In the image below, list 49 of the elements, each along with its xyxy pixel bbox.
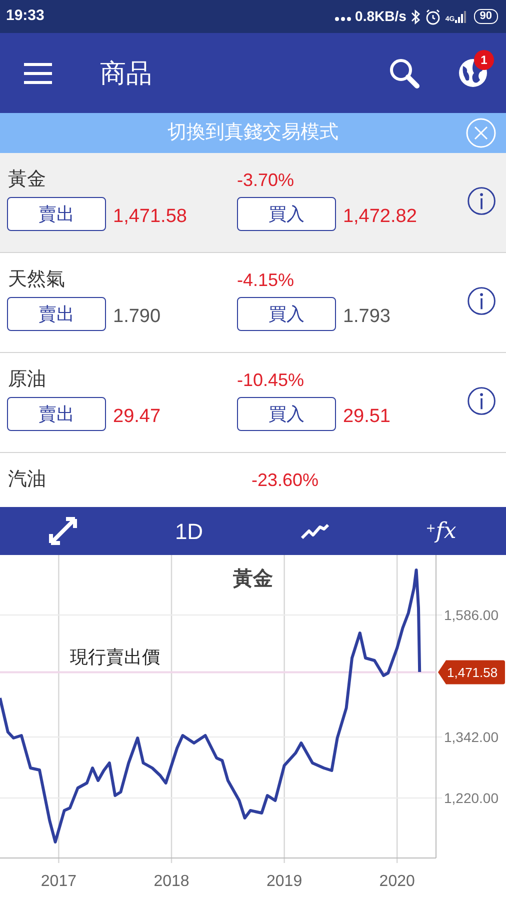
current-price-tag: 1,471.58 bbox=[438, 660, 505, 684]
function-button[interactable]: $^{+}$fx bbox=[426, 514, 456, 548]
buy-price: 1.793 bbox=[342, 305, 390, 329]
x-axis-label: 2019 bbox=[266, 873, 302, 890]
x-axis-label: 2018 bbox=[154, 873, 190, 890]
sell-button[interactable]: 賣出 bbox=[7, 397, 106, 431]
buy-button[interactable]: 買入 bbox=[236, 197, 336, 231]
ref-line-label: 1,471.58 bbox=[447, 665, 498, 680]
line-chart-icon[interactable] bbox=[301, 522, 329, 540]
price-change: -4.15% bbox=[236, 269, 295, 292]
price-change: -23.60% bbox=[252, 469, 320, 492]
expand-icon[interactable] bbox=[49, 517, 77, 545]
status-time: 19:33 bbox=[6, 6, 44, 26]
alarm-icon bbox=[425, 8, 442, 24]
price-change: -10.45% bbox=[236, 369, 305, 392]
y-axis-label: 1,220.00 bbox=[444, 790, 498, 806]
x-axis-label: 2020 bbox=[379, 873, 415, 890]
network-speed: 0.8KB/s bbox=[355, 7, 406, 26]
sell-button[interactable]: 賣出 bbox=[7, 197, 106, 231]
buy-price: 1,472.82 bbox=[342, 205, 417, 229]
info-icon[interactable] bbox=[466, 385, 496, 417]
product-row[interactable]: 黃金 賣出 1,471.58 -3.70% 買入 1,472.82 bbox=[0, 153, 506, 253]
y-axis-label: 1,342.00 bbox=[444, 729, 498, 745]
bluetooth-icon bbox=[410, 8, 422, 24]
product-name: 原油 bbox=[8, 368, 47, 392]
menu-icon[interactable] bbox=[24, 62, 52, 84]
buy-button[interactable]: 買入 bbox=[236, 397, 336, 431]
sell-price: 1.790 bbox=[113, 305, 161, 329]
search-icon[interactable] bbox=[389, 58, 420, 88]
sell-button[interactable]: 賣出 bbox=[7, 297, 106, 331]
buy-price: 29.51 bbox=[342, 405, 390, 429]
signal-icon bbox=[454, 10, 466, 22]
product-name: 黃金 bbox=[8, 168, 47, 192]
price-change: -3.70% bbox=[236, 169, 295, 192]
battery-level: 90 bbox=[474, 9, 498, 24]
page-title: 商品 bbox=[100, 56, 152, 90]
product-name: 天然氣 bbox=[8, 268, 66, 292]
y-axis-label: 1,586.00 bbox=[444, 607, 498, 623]
timeframe-button[interactable]: 1D bbox=[174, 514, 204, 548]
sell-price: 29.47 bbox=[113, 405, 161, 429]
info-icon[interactable] bbox=[466, 285, 496, 317]
info-icon[interactable] bbox=[466, 185, 496, 217]
x-axis-label: 2017 bbox=[40, 873, 76, 890]
chart-title: 黃金 bbox=[233, 568, 273, 590]
notification-badge: 1 bbox=[474, 50, 494, 70]
sell-price: 1,471.58 bbox=[113, 205, 187, 229]
buy-button[interactable]: 買入 bbox=[236, 297, 336, 331]
current-price-caption: 現行賣出價 bbox=[70, 647, 160, 668]
product-name: 汽油 bbox=[8, 468, 47, 492]
